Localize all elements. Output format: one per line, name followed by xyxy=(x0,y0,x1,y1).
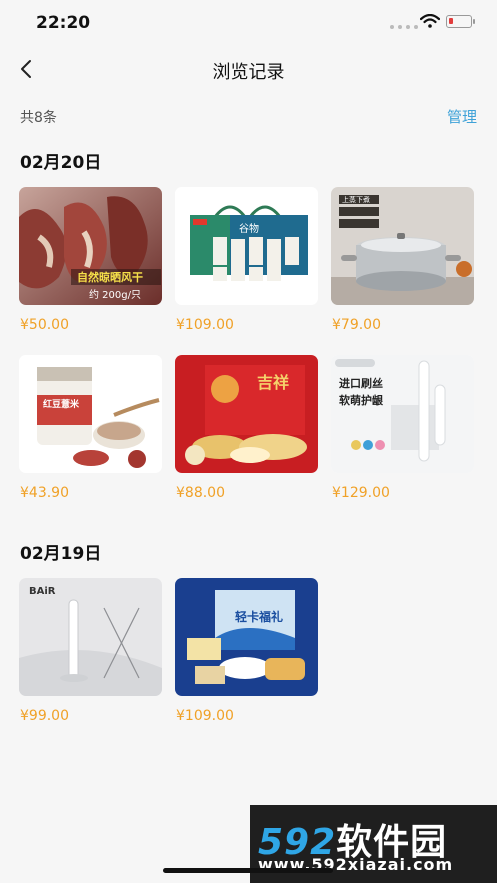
product-image xyxy=(19,355,162,473)
product-card-gift-snacks[interactable]: 谷物 xyxy=(175,187,318,305)
product-overlay-text: 吉祥 xyxy=(257,373,290,392)
product-price: ¥50.00 xyxy=(20,317,69,333)
product-overlay-text: 上蒸下煮 xyxy=(342,196,370,204)
status-time: 22:20 xyxy=(36,13,91,33)
product-price: ¥88.00 xyxy=(176,485,225,501)
product-overlay-text: 进口刷丝 xyxy=(339,377,383,390)
product-card-bean-powder[interactable]: 红豆薏米 xyxy=(19,355,162,473)
product-overlay-text: 轻卡福礼 xyxy=(235,610,284,624)
product-price: ¥109.00 xyxy=(176,708,234,724)
product-overlay-text: 红豆薏米 xyxy=(43,400,80,410)
product-price: ¥129.00 xyxy=(332,485,390,501)
product-card-blue-gift-box[interactable]: 轻卡福礼 xyxy=(175,578,318,696)
product-card-red-gift-box[interactable]: 吉祥 xyxy=(175,355,318,473)
product-card-cured-duck[interactable]: 自然晾晒风干 约 200g/只 xyxy=(19,187,162,305)
wifi-icon xyxy=(420,14,440,28)
product-card-white-toothbrush[interactable]: BAiR xyxy=(19,578,162,696)
date-header: 02月20日 xyxy=(20,153,102,173)
product-overlay-text: 自然晾晒风干 xyxy=(77,271,143,284)
nav-bar: 浏览记录 xyxy=(0,46,497,92)
product-overlay-sub: 软萌护龈 xyxy=(339,394,383,407)
page-title: 浏览记录 xyxy=(212,62,285,83)
signal-icon xyxy=(390,25,418,29)
manage-button[interactable]: 管理 xyxy=(447,106,477,127)
product-image xyxy=(331,355,474,473)
product-image xyxy=(175,187,318,305)
product-price: ¥79.00 xyxy=(332,317,381,333)
battery-icon xyxy=(446,15,475,28)
summary-bar: 共8条 管理 xyxy=(20,107,477,127)
product-overlay-sub: 约 200g/只 xyxy=(89,290,141,301)
product-price: ¥109.00 xyxy=(176,317,234,333)
product-price: ¥99.00 xyxy=(20,708,69,724)
product-card-electric-toothbrush[interactable]: 进口刷丝 软萌护龈 xyxy=(331,355,474,473)
status-bar: 22:20 xyxy=(0,0,497,46)
home-indicator[interactable] xyxy=(163,868,333,873)
product-card-steamer-pot[interactable]: 上蒸下煮 xyxy=(331,187,474,305)
record-count: 共8条 xyxy=(20,110,57,126)
product-price: ¥43.90 xyxy=(20,485,69,501)
product-overlay-text: 谷物 xyxy=(239,224,259,235)
date-header: 02月19日 xyxy=(20,544,102,564)
product-image xyxy=(175,578,318,696)
product-image xyxy=(175,355,318,473)
product-overlay-text: BAiR xyxy=(29,586,56,597)
